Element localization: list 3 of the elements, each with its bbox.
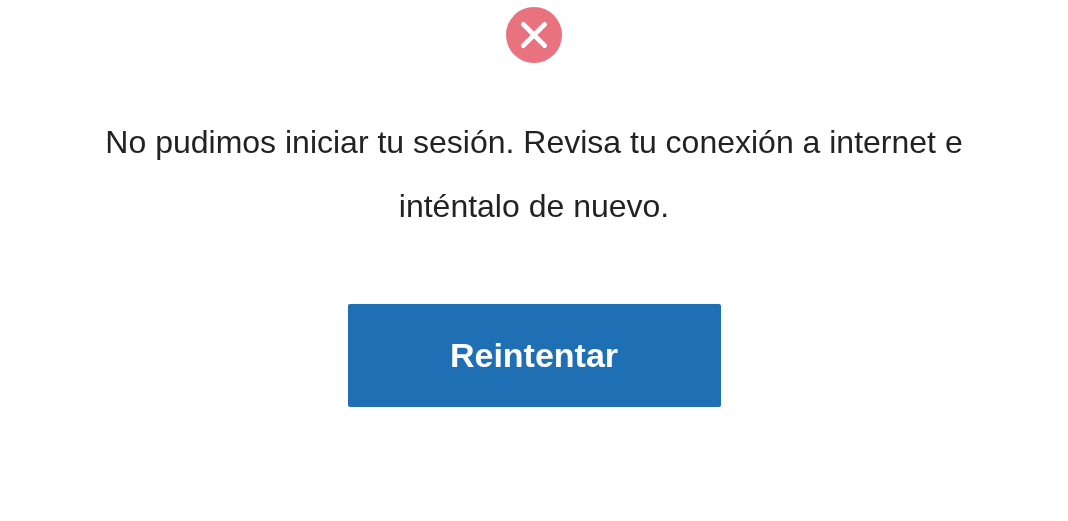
retry-button[interactable]: Reintentar — [347, 304, 721, 407]
error-message: No pudimos iniciar tu sesión. Revisa tu conexión a internet e inténtalo de nuevo. — [104, 123, 964, 226]
error-icon — [505, 6, 563, 64]
